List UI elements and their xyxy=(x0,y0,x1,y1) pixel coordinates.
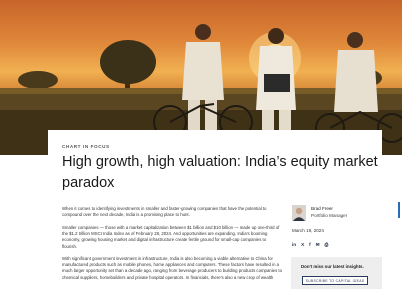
x-icon[interactable]: X xyxy=(301,242,304,248)
article-paragraph: When it comes to identifying investments… xyxy=(62,206,267,218)
share-bar: in X f ✉ ⎙ xyxy=(292,242,328,248)
linkedin-icon[interactable]: in xyxy=(292,242,296,248)
article-title: High growth, high valuation: India’s equ… xyxy=(62,154,378,191)
publish-date: March 19, 2024 xyxy=(292,228,324,233)
facebook-icon[interactable]: f xyxy=(309,242,311,248)
author-role: Portfolio Manager xyxy=(311,213,348,218)
author-avatar xyxy=(292,205,306,221)
author-name-link[interactable]: Brad Freer xyxy=(311,206,333,211)
email-icon[interactable]: ✉ xyxy=(316,242,320,248)
subscribe-button[interactable]: SUBSCRIBE TO CAPITAL IDEAS xyxy=(302,276,368,285)
print-icon[interactable]: ⎙ xyxy=(325,242,329,248)
article-paragraph: With significant government investment i… xyxy=(62,256,282,280)
article-eyebrow[interactable]: CHART IN FOCUS xyxy=(62,144,110,149)
side-indicator xyxy=(398,202,400,218)
article-paragraph: Smaller companies — those with a market … xyxy=(62,225,280,249)
subscribe-heading: Don’t miss our latest insights. xyxy=(301,264,364,269)
